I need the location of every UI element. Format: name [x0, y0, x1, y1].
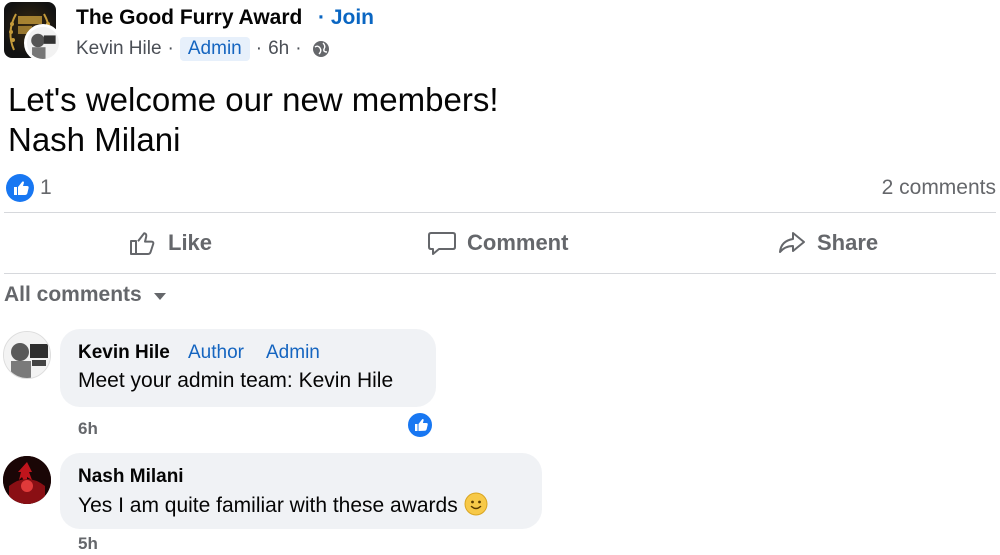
globe-icon [312, 41, 329, 57]
post-text-line-2: Nash Milani [8, 121, 181, 158]
comment-time[interactable]: 6h [78, 419, 98, 439]
comments-filter-label: All comments [4, 283, 142, 306]
meta-separator: · [295, 38, 302, 59]
comment-author[interactable]: Kevin Hile [78, 342, 170, 364]
comment-text: Yes I am quite familiar with these award… [78, 492, 488, 518]
admin-badge: Admin [266, 342, 320, 363]
share-button[interactable]: Share [777, 214, 878, 272]
share-icon [779, 232, 805, 253]
join-label: Join [330, 6, 375, 29]
join-separator: · [318, 6, 325, 29]
comment-time[interactable]: 5h [78, 534, 98, 554]
comment-bubble [60, 329, 436, 407]
group-name[interactable]: The Good Furry Award [76, 6, 302, 30]
comments-count[interactable]: 2 comments [882, 176, 996, 200]
admin-badge: Admin [179, 37, 250, 61]
comment-text: Meet your admin team: Kevin Hile [78, 369, 394, 392]
like-count[interactable]: 1 [40, 176, 52, 200]
comment-author[interactable]: Nash Milani [78, 466, 184, 488]
smiley-emoji-icon [464, 492, 488, 516]
divider [4, 273, 996, 274]
user-photo-icon [4, 332, 50, 378]
share-label: Share [817, 230, 879, 255]
user-photo-icon [3, 456, 51, 504]
reactions-summary: 1 2 comments [0, 170, 1000, 206]
caret-down-icon [153, 293, 166, 300]
comment-icon [428, 232, 456, 255]
post-body: Let's welcome our new members! Nash Mila… [8, 80, 499, 160]
comment-like-reaction-icon[interactable] [406, 411, 434, 439]
meta-separator: · [255, 38, 263, 59]
meta-separator: · [167, 38, 174, 59]
commenter-avatar[interactable] [3, 331, 51, 379]
author-name[interactable]: Kevin Hile [76, 38, 162, 60]
post-meta: Kevin Hile · Admin · 6h · [76, 36, 330, 62]
author-avatar[interactable] [24, 24, 62, 62]
comments-filter-dropdown[interactable]: All comments [4, 283, 166, 307]
join-link[interactable]: · Join [318, 6, 374, 30]
like-icon [130, 232, 155, 255]
commenter-avatar[interactable] [3, 456, 51, 504]
comment-label: Comment [467, 230, 569, 255]
post-header: The Good Furry Award · Join Kevin Hile ·… [0, 0, 1000, 66]
divider [4, 212, 996, 213]
like-reaction-icon[interactable] [6, 174, 34, 202]
like-label: Like [168, 230, 213, 255]
post-time[interactable]: 6h [268, 38, 289, 60]
post-text-line-1: Let's welcome our new members! [8, 81, 499, 118]
author-badge: Author [188, 342, 244, 363]
post-actions: Like Comment Share [0, 214, 1000, 272]
like-button[interactable]: Like [128, 214, 212, 272]
comment-text-content: Yes I am quite familiar with these award… [78, 494, 458, 517]
comment-button[interactable]: Comment [427, 214, 568, 272]
user-photo-icon [27, 27, 59, 59]
